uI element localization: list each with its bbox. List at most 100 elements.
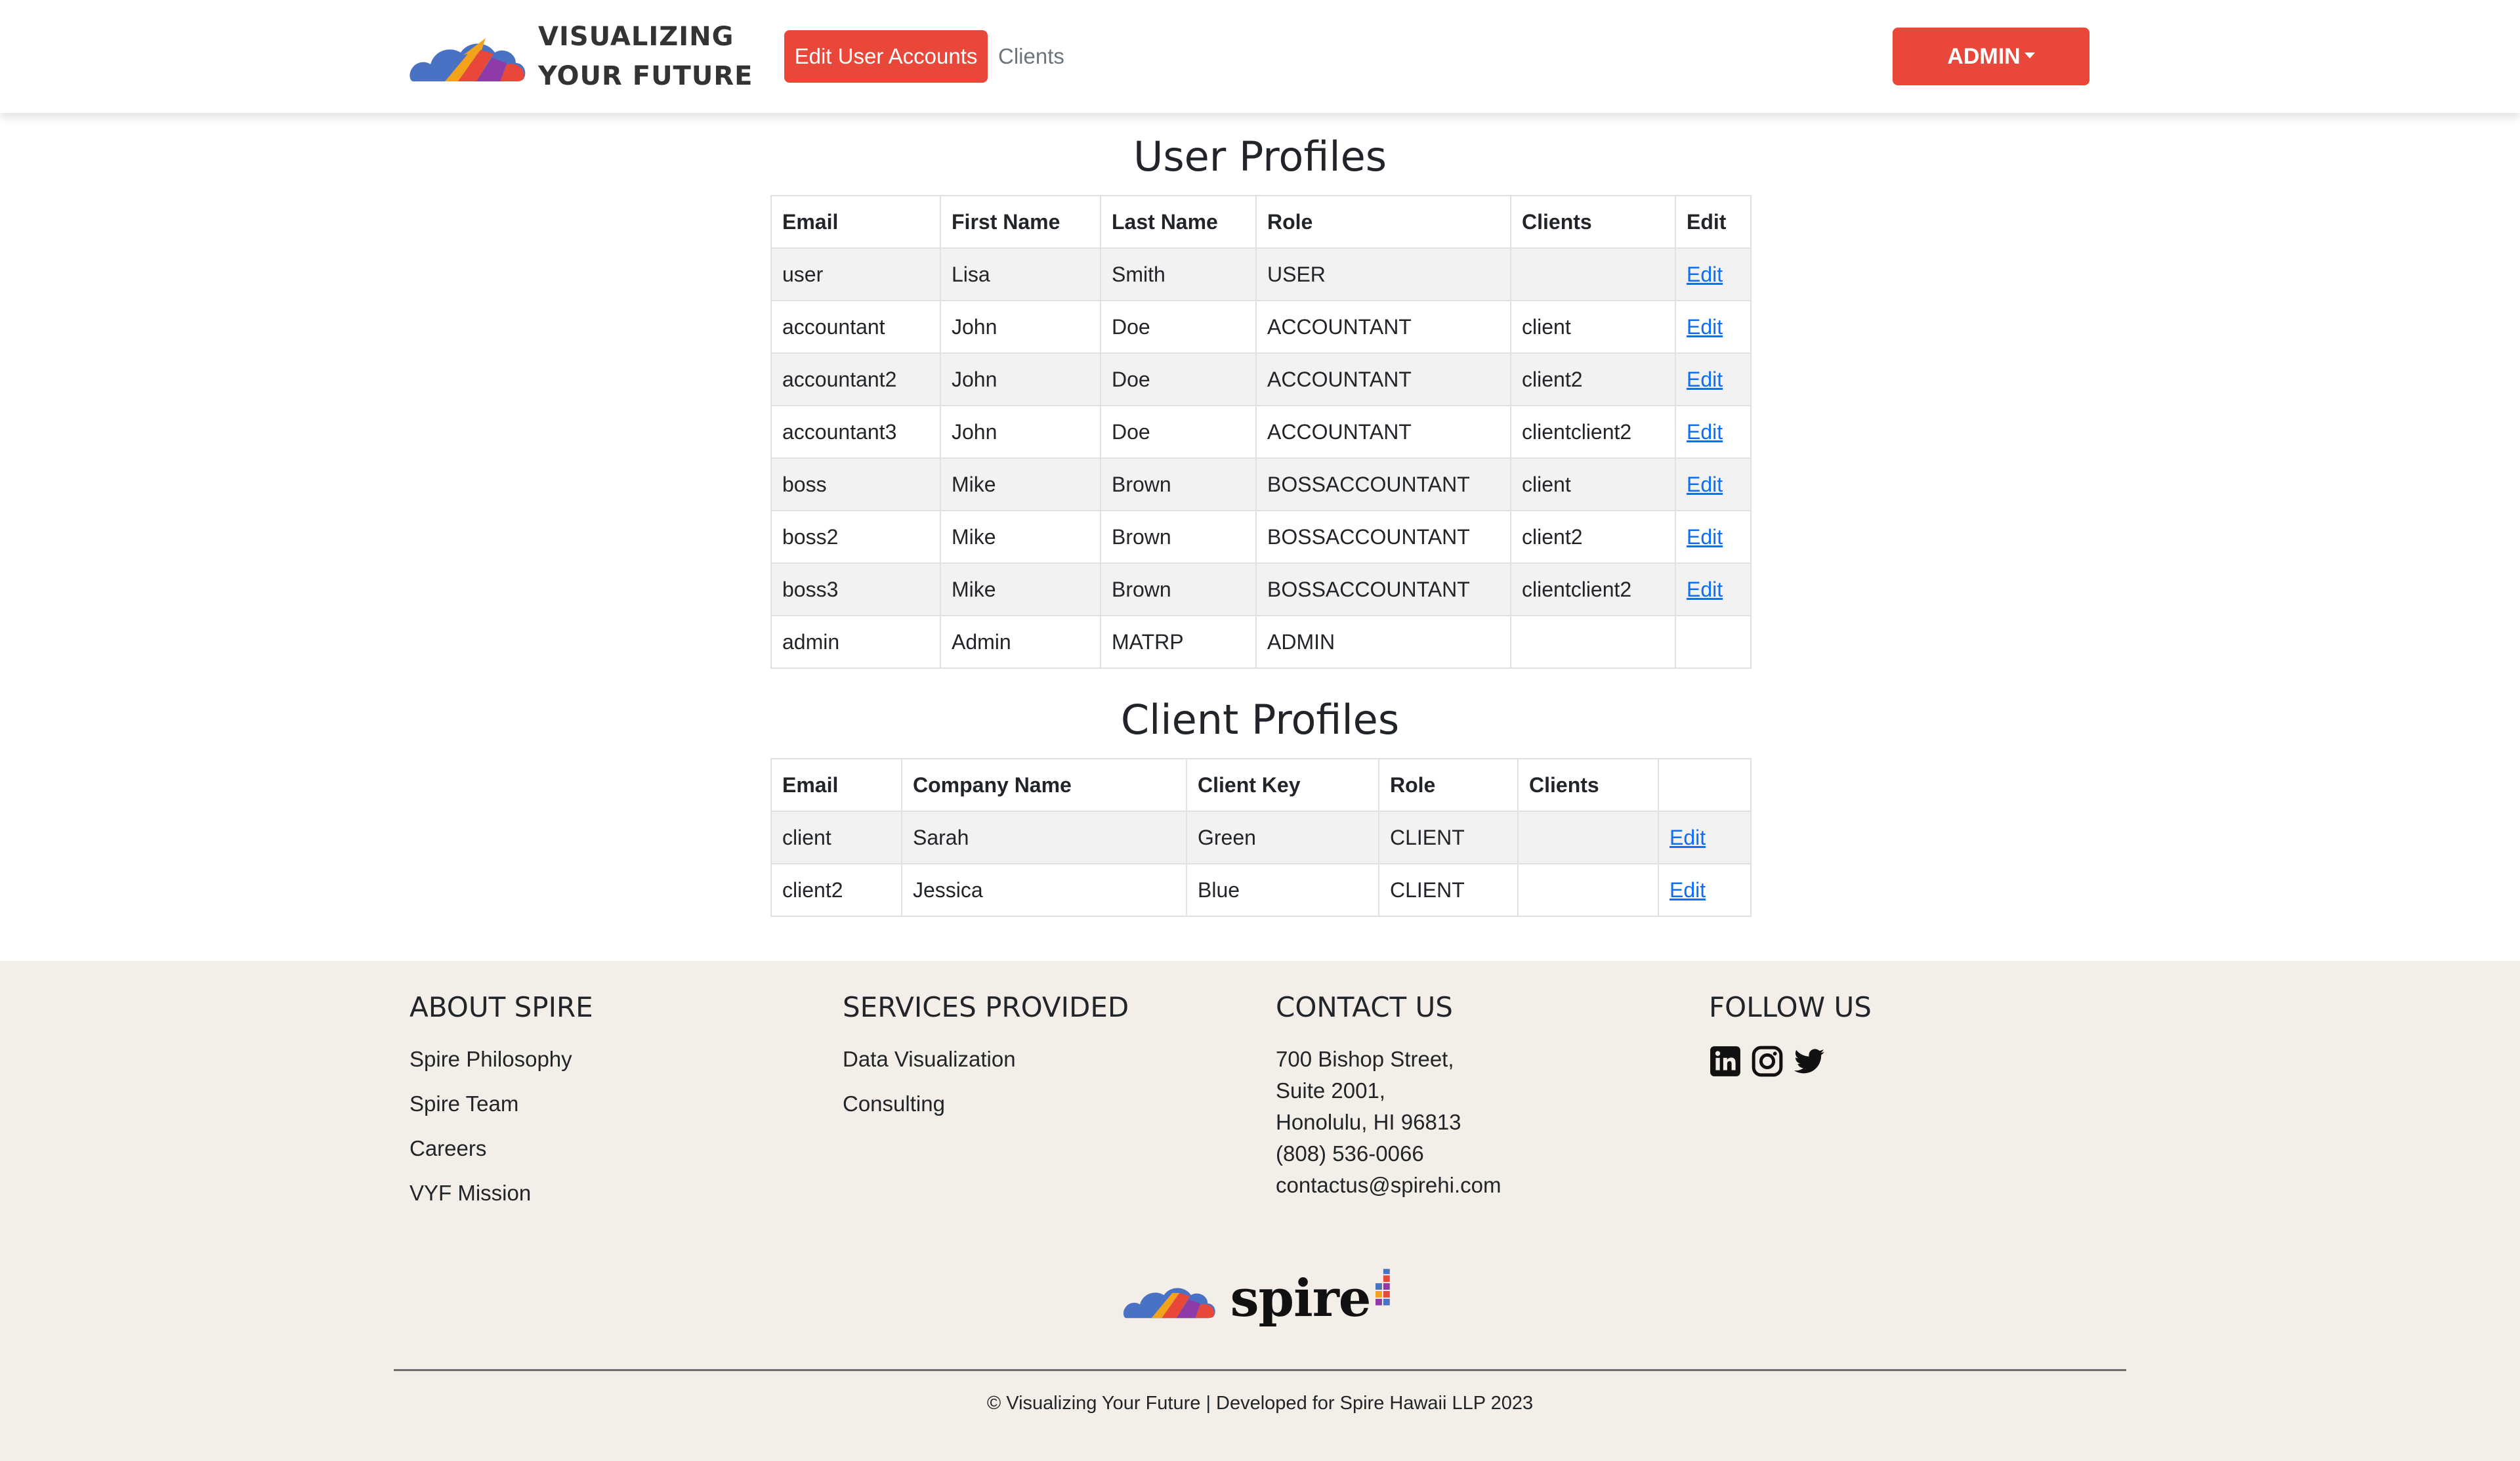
brand-line-2: YOUR FUTURE: [538, 61, 753, 91]
column-header-first-name: First Name: [940, 195, 1101, 249]
column-header-email: Email: [770, 758, 902, 812]
nav-clients[interactable]: Clients: [998, 30, 1064, 83]
table-row: client2 Jessica Blue CLIENT Edit: [770, 863, 1752, 917]
cell-first-name: Admin: [940, 615, 1101, 669]
footer-spire-logo[interactable]: spire: [1122, 1265, 1404, 1331]
cell-edit: Edit: [1675, 300, 1752, 354]
cell-first-name: Lisa: [940, 247, 1101, 301]
user-profiles-title: User Profiles: [1133, 133, 1387, 180]
footer-follow-column: FOLLOW US: [1709, 978, 1872, 1078]
column-header-edit: [1658, 758, 1752, 812]
cell-role: ACCOUNTANT: [1255, 352, 1511, 406]
table-row: client Sarah Green CLIENT Edit: [770, 811, 1752, 864]
cell-edit: Edit: [1675, 247, 1752, 301]
column-header-client-key: Client Key: [1186, 758, 1379, 812]
cell-clients: [1510, 615, 1676, 669]
twitter-icon[interactable]: [1793, 1045, 1826, 1078]
cell-edit: Edit: [1675, 510, 1752, 564]
edit-link[interactable]: Edit: [1687, 315, 1723, 339]
table-row: accountant3 John Doe ACCOUNTANT clientcl…: [770, 405, 1752, 459]
brand[interactable]: VISUALIZING YOUR FUTURE: [408, 20, 753, 93]
footer-link-vyf-mission[interactable]: VYF Mission: [410, 1171, 593, 1216]
cell-edit: Edit: [1675, 405, 1752, 459]
linkedin-icon[interactable]: [1709, 1045, 1742, 1078]
cell-first-name: John: [940, 352, 1101, 406]
cell-email: admin: [770, 615, 941, 669]
footer-link-spire-philosophy[interactable]: Spire Philosophy: [410, 1037, 593, 1082]
edit-link[interactable]: Edit: [1687, 578, 1723, 601]
table-header-row: Email First Name Last Name Role Clients …: [770, 195, 1752, 249]
column-header-clients: Clients: [1510, 195, 1676, 249]
footer-follow-title: FOLLOW US: [1709, 991, 1872, 1023]
contact-address-line-3: Honolulu, HI 96813: [1276, 1110, 1461, 1134]
cell-first-name: Mike: [940, 562, 1101, 616]
column-header-email: Email: [770, 195, 941, 249]
cell-email: accountant3: [770, 405, 941, 459]
table-row: admin Admin MATRP ADMIN: [770, 615, 1752, 669]
cell-email: boss2: [770, 510, 941, 564]
cell-role: CLIENT: [1378, 811, 1519, 864]
footer-link-careers[interactable]: Careers: [410, 1126, 593, 1171]
user-profiles-table: Email First Name Last Name Role Clients …: [770, 195, 1752, 669]
cell-edit: Edit: [1658, 863, 1752, 917]
cell-last-name: MATRP: [1100, 615, 1257, 669]
cell-company-name: Jessica: [901, 863, 1187, 917]
cell-clients: clientclient2: [1510, 405, 1676, 459]
cell-clients: [1510, 247, 1676, 301]
cell-edit: Edit: [1675, 457, 1752, 511]
cell-clients: client2: [1510, 352, 1676, 406]
edit-link[interactable]: Edit: [1687, 420, 1723, 444]
cell-role: CLIENT: [1378, 863, 1519, 917]
column-header-role: Role: [1378, 758, 1519, 812]
contact-address-line-2: Suite 2001,: [1276, 1078, 1385, 1103]
table-row: boss3 Mike Brown BOSSACCOUNTANT clientcl…: [770, 562, 1752, 616]
cell-last-name: Doe: [1100, 352, 1257, 406]
footer-link-data-visualization[interactable]: Data Visualization: [843, 1037, 1129, 1082]
column-header-last-name: Last Name: [1100, 195, 1257, 249]
edit-link[interactable]: Edit: [1687, 368, 1723, 391]
cell-email: client2: [770, 863, 902, 917]
edit-link[interactable]: Edit: [1687, 525, 1723, 549]
cell-role: ADMIN: [1255, 615, 1511, 669]
cell-clients: clientclient2: [1510, 562, 1676, 616]
table-row: user Lisa Smith USER Edit: [770, 247, 1752, 301]
cell-first-name: John: [940, 405, 1101, 459]
cell-last-name: Brown: [1100, 510, 1257, 564]
navbar: VISUALIZING YOUR FUTURE Edit User Accoun…: [0, 0, 2520, 113]
cell-last-name: Brown: [1100, 562, 1257, 616]
column-header-company-name: Company Name: [901, 758, 1187, 812]
cell-last-name: Doe: [1100, 300, 1257, 354]
contact-email[interactable]: contactus@spirehi.com: [1276, 1170, 1501, 1201]
nav-edit-user-accounts[interactable]: Edit User Accounts: [784, 30, 988, 83]
footer-services-title: SERVICES PROVIDED: [843, 991, 1129, 1023]
cell-role: BOSSACCOUNTANT: [1255, 562, 1511, 616]
edit-link[interactable]: Edit: [1670, 878, 1706, 902]
cell-role: BOSSACCOUNTANT: [1255, 457, 1511, 511]
footer-divider: [394, 1369, 2126, 1371]
cell-last-name: Doe: [1100, 405, 1257, 459]
admin-label: ADMIN: [1947, 44, 2021, 69]
cell-role: USER: [1255, 247, 1511, 301]
table-row: accountant John Doe ACCOUNTANT client Ed…: [770, 300, 1752, 354]
cell-first-name: Mike: [940, 457, 1101, 511]
instagram-icon[interactable]: [1751, 1045, 1784, 1078]
footer-contact-title: CONTACT US: [1276, 991, 1453, 1023]
caret-down-icon: [2024, 53, 2035, 58]
brand-line-1: VISUALIZING: [538, 22, 734, 52]
cell-client-key: Blue: [1186, 863, 1379, 917]
cell-email: boss: [770, 457, 941, 511]
cell-last-name: Brown: [1100, 457, 1257, 511]
admin-dropdown-button[interactable]: ADMIN: [1893, 28, 2090, 85]
column-header-role: Role: [1255, 195, 1511, 249]
footer-link-spire-team[interactable]: Spire Team: [410, 1082, 593, 1126]
table-row: boss Mike Brown BOSSACCOUNTANT client Ed…: [770, 457, 1752, 511]
edit-link[interactable]: Edit: [1670, 826, 1706, 849]
table-row: boss2 Mike Brown BOSSACCOUNTANT client2 …: [770, 510, 1752, 564]
cell-clients: [1517, 863, 1659, 917]
edit-link[interactable]: Edit: [1687, 473, 1723, 496]
brand-name: VISUALIZING YOUR FUTURE: [538, 17, 753, 96]
footer-link-consulting[interactable]: Consulting: [843, 1082, 1129, 1126]
cell-client-key: Green: [1186, 811, 1379, 864]
edit-link[interactable]: Edit: [1687, 263, 1723, 286]
cell-edit: Edit: [1658, 811, 1752, 864]
